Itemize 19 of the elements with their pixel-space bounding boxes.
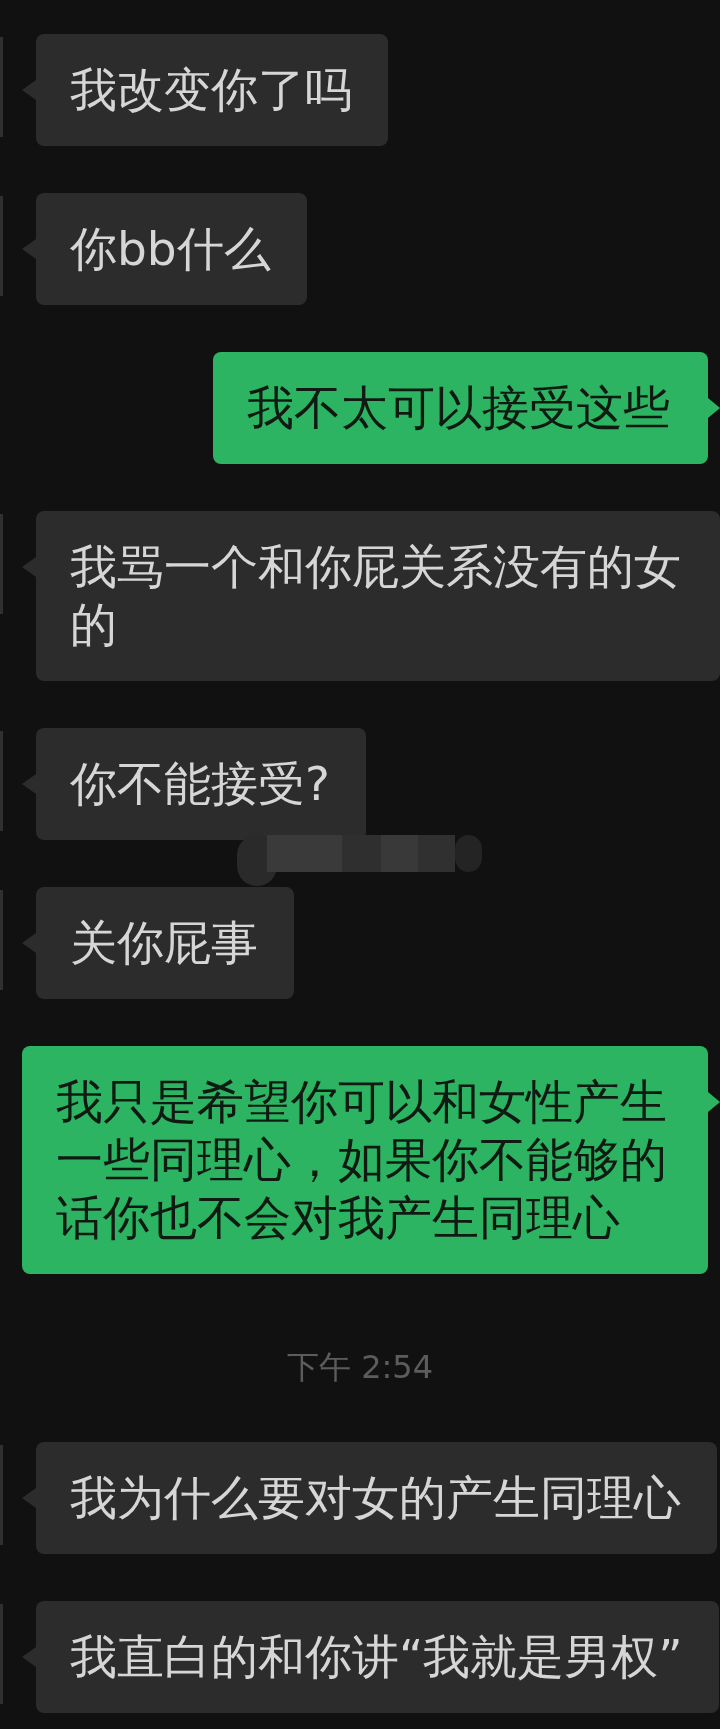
message-bubble: 你bb什么 <box>36 193 307 305</box>
message-bubble: 我直白的和你讲“我就是男权” <box>36 1601 719 1713</box>
bubble-tail-icon <box>22 933 36 953</box>
bubble-tail-icon <box>22 239 36 259</box>
bubble-tail-icon <box>22 1647 36 1667</box>
bubble-tail-icon <box>708 1092 720 1112</box>
message-bubble: 我只是希望你可以和女性产生一些同理心，如果你不能够的话你也不会对我产生同理心 <box>22 1046 708 1274</box>
message-bubble: 我骂一个和你屁关系没有的女的 <box>36 511 720 681</box>
message-bubble: 你不能接受? <box>36 728 366 840</box>
bubble-tail-icon <box>22 1488 36 1508</box>
timestamp: 下午 2:54 <box>287 1349 433 1388</box>
message-bubble: 关你屁事 <box>36 887 294 999</box>
bubble-tail-icon <box>22 557 36 577</box>
bubble-tail-icon <box>22 80 36 100</box>
bubble-tail-icon <box>22 774 36 794</box>
message-bubble: 我不太可以接受这些 <box>213 352 708 464</box>
message-bubble: 我为什么要对女的产生同理心 <box>36 1442 717 1554</box>
message-bubble: 我改变你了吗 <box>36 34 388 146</box>
bubble-tail-icon <box>708 398 720 418</box>
